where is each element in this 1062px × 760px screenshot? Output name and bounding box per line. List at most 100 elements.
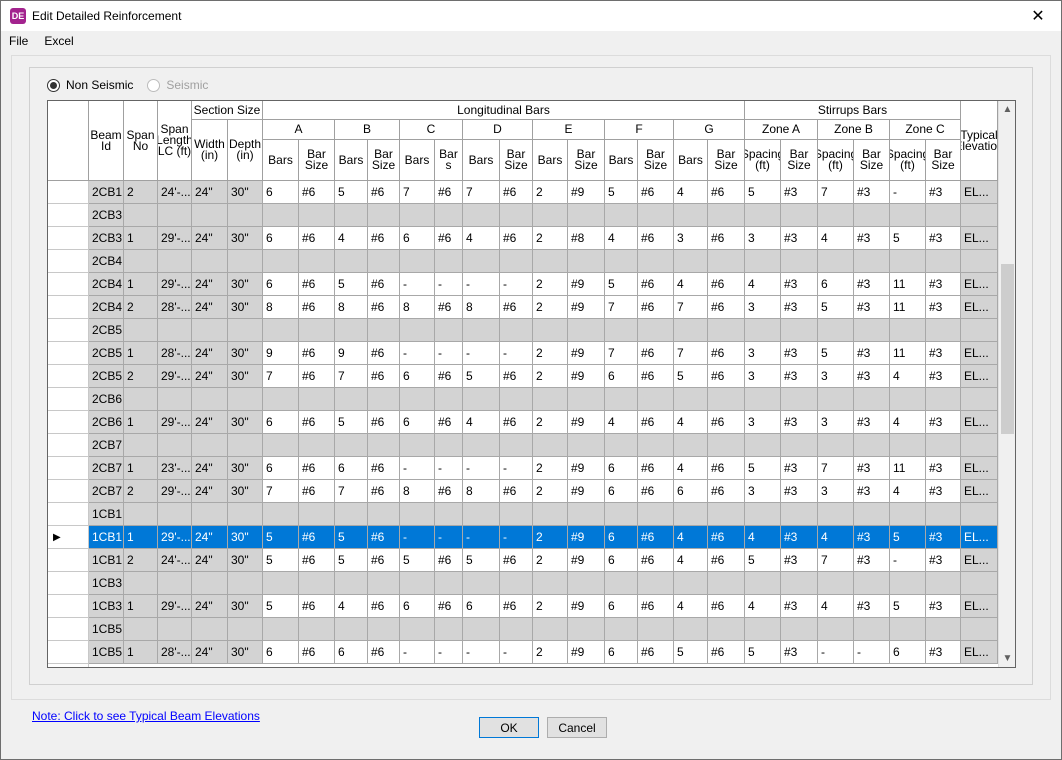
menu-file[interactable]: File bbox=[1, 34, 36, 48]
table-row[interactable]: 2CB5 2 29'-... 24" 30" 7 #6 7 #6 6 #6 5 #6 2 #9 6 #6 5 #6 3… bbox=[48, 365, 998, 388]
grid-cell[interactable]: 4 bbox=[890, 365, 926, 388]
grid-cell[interactable]: #6 bbox=[368, 526, 400, 549]
grid-cell[interactable]: #3 bbox=[854, 181, 890, 204]
grid-cell[interactable]: 6 bbox=[263, 181, 299, 204]
table-row[interactable]: 1CB3 1 29'-... 24" 30" 5 #6 4 #6 6 #6 6 #6 2 #9 6 #6 4 #6 4… bbox=[48, 595, 998, 618]
grid-cell[interactable]: #6 bbox=[299, 595, 335, 618]
grid-cell[interactable]: #6 bbox=[638, 641, 674, 664]
grid-cell[interactable]: 4 bbox=[674, 457, 708, 480]
grid-cell[interactable]: #6 bbox=[638, 595, 674, 618]
grid-cell[interactable]: #6 bbox=[368, 595, 400, 618]
grid-cell[interactable]: 4 bbox=[605, 411, 638, 434]
grid-cell[interactable]: #9 bbox=[568, 457, 605, 480]
grid-cell[interactable]: #8 bbox=[568, 227, 605, 250]
grid-cell[interactable]: - bbox=[400, 457, 435, 480]
grid-cell[interactable]: #3 bbox=[854, 365, 890, 388]
grid-cell[interactable]: 8 bbox=[463, 480, 500, 503]
grid-cell[interactable]: #6 bbox=[708, 181, 745, 204]
grid-cell[interactable]: #6 bbox=[368, 227, 400, 250]
grid-cell[interactable]: #6 bbox=[299, 457, 335, 480]
grid-cell[interactable]: #6 bbox=[368, 480, 400, 503]
grid-cell[interactable]: 8 bbox=[335, 296, 368, 319]
grid-cell[interactable]: #6 bbox=[500, 227, 533, 250]
grid-cell[interactable]: 4 bbox=[463, 227, 500, 250]
grid-cell[interactable]: 4 bbox=[674, 181, 708, 204]
grid-cell[interactable]: #6 bbox=[299, 227, 335, 250]
grid-cell[interactable]: 2 bbox=[533, 595, 568, 618]
vertical-scrollbar[interactable]: ▲ ▼ bbox=[998, 101, 1015, 667]
grid-cell[interactable]: #6 bbox=[299, 641, 335, 664]
grid-cell[interactable]: #3 bbox=[926, 365, 961, 388]
grid-cell[interactable]: 3 bbox=[745, 411, 781, 434]
row-selector[interactable] bbox=[48, 549, 89, 572]
grid-cell[interactable]: #3 bbox=[926, 549, 961, 572]
grid-cell[interactable]: #6 bbox=[368, 411, 400, 434]
grid-cell[interactable]: #3 bbox=[781, 595, 818, 618]
row-selector[interactable] bbox=[48, 342, 89, 365]
grid-cell[interactable]: #6 bbox=[368, 365, 400, 388]
grid-cell[interactable]: #3 bbox=[926, 641, 961, 664]
grid-cell[interactable]: 8 bbox=[400, 480, 435, 503]
grid-cell[interactable]: #3 bbox=[781, 181, 818, 204]
grid-cell[interactable]: #6 bbox=[708, 273, 745, 296]
grid-cell[interactable]: 6 bbox=[605, 526, 638, 549]
grid-cell[interactable]: #3 bbox=[854, 411, 890, 434]
grid-cell[interactable]: #6 bbox=[708, 595, 745, 618]
grid-cell[interactable]: #6 bbox=[435, 181, 463, 204]
grid-cell[interactable]: #9 bbox=[568, 181, 605, 204]
grid-cell[interactable]: 7 bbox=[263, 480, 299, 503]
grid-cell[interactable]: #6 bbox=[435, 411, 463, 434]
grid-cell[interactable]: 4 bbox=[605, 227, 638, 250]
grid-cell[interactable]: #3 bbox=[781, 296, 818, 319]
grid-cell[interactable]: #6 bbox=[500, 296, 533, 319]
grid-cell[interactable]: #6 bbox=[299, 411, 335, 434]
grid-cell[interactable]: #6 bbox=[435, 595, 463, 618]
table-row[interactable]: 2CB4 1 29'-... 24" 30" 6 #6 5 #6- - - -2 #9 5 #6 4 #6 4 #3… bbox=[48, 273, 998, 296]
grid-cell[interactable]: 3 bbox=[745, 227, 781, 250]
grid-cell[interactable]: 5 bbox=[605, 273, 638, 296]
grid-cell[interactable]: 6 bbox=[674, 480, 708, 503]
grid-cell[interactable]: #6 bbox=[638, 365, 674, 388]
grid-cell[interactable]: #3 bbox=[854, 526, 890, 549]
row-selector[interactable] bbox=[48, 204, 89, 227]
table-row[interactable]: 2CB5 1 28'-... 24" 30" 9 #6 9 #6- - - -2 #9 7 #6 7 #6 3 #3… bbox=[48, 342, 998, 365]
grid-cell[interactable]: 4 bbox=[818, 595, 854, 618]
row-selector[interactable] bbox=[48, 595, 89, 618]
grid-cell[interactable]: #3 bbox=[781, 273, 818, 296]
grid-cell[interactable]: #3 bbox=[781, 227, 818, 250]
row-selector[interactable] bbox=[48, 480, 89, 503]
grid-cell[interactable]: 7 bbox=[605, 342, 638, 365]
row-selector[interactable] bbox=[48, 273, 89, 296]
group-header-row[interactable]: 2CB3 bbox=[48, 204, 998, 227]
grid-cell[interactable]: - bbox=[500, 526, 533, 549]
grid-cell[interactable]: #6 bbox=[299, 549, 335, 572]
row-selector[interactable] bbox=[48, 181, 89, 204]
grid-cell[interactable]: - bbox=[500, 273, 533, 296]
grid-cell[interactable]: 6 bbox=[463, 595, 500, 618]
cancel-button[interactable]: Cancel bbox=[547, 717, 607, 738]
grid-cell[interactable]: 7 bbox=[818, 457, 854, 480]
grid-cell[interactable]: 7 bbox=[674, 342, 708, 365]
grid-cell[interactable]: 5 bbox=[674, 641, 708, 664]
non-seismic-radio[interactable]: Non Seismic bbox=[47, 78, 133, 92]
table-row[interactable]: 2CB7 1 23'-... 24" 30" 6 #6 6 #6- - - -2 #9 6 #6 4 #6 5 #3… bbox=[48, 457, 998, 480]
grid-cell[interactable]: - bbox=[435, 457, 463, 480]
grid-cell[interactable]: 4 bbox=[674, 595, 708, 618]
row-selector[interactable] bbox=[48, 319, 89, 342]
grid-cell[interactable]: #6 bbox=[500, 411, 533, 434]
grid-cell[interactable]: #3 bbox=[854, 342, 890, 365]
grid-cell[interactable]: #6 bbox=[708, 342, 745, 365]
grid-cell[interactable]: 5 bbox=[818, 296, 854, 319]
grid-cell[interactable]: #3 bbox=[854, 296, 890, 319]
grid-cell[interactable]: 4 bbox=[818, 526, 854, 549]
grid-cell[interactable]: 4 bbox=[335, 595, 368, 618]
grid-cell[interactable]: 5 bbox=[335, 273, 368, 296]
grid-cell[interactable]: 8 bbox=[463, 296, 500, 319]
grid-cell[interactable]: #3 bbox=[926, 480, 961, 503]
grid-cell[interactable]: 6 bbox=[400, 365, 435, 388]
grid-cell[interactable]: #6 bbox=[708, 480, 745, 503]
grid-cell[interactable]: 8 bbox=[400, 296, 435, 319]
grid-cell[interactable]: 3 bbox=[818, 480, 854, 503]
grid-cell[interactable]: 7 bbox=[674, 296, 708, 319]
grid-cell[interactable]: 6 bbox=[400, 411, 435, 434]
